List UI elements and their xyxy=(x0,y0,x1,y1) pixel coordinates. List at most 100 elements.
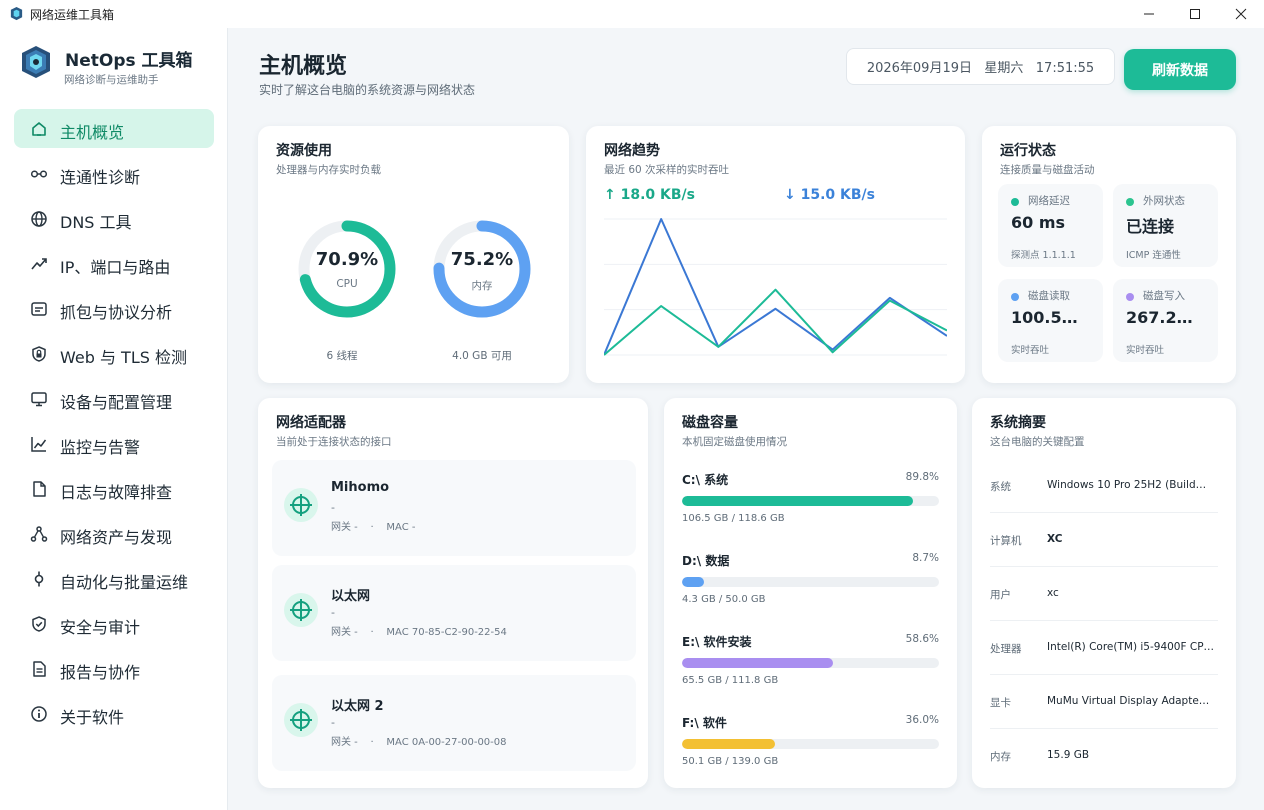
disk-item: C:\ 系统 89.8% 106.5 GB / 118.6 GB xyxy=(682,471,939,541)
summary-value: XC xyxy=(1047,533,1063,545)
tile-value: 267.2… xyxy=(1126,308,1193,327)
refresh-button[interactable]: 刷新数据 xyxy=(1124,49,1236,90)
nav-label: 网络资产与发现 xyxy=(60,528,173,547)
adapter-meta: 网关 - · MAC 70-85-C2-90-22-54 xyxy=(331,627,507,638)
system-summary-card: 系统摘要 这台电脑的关键配置 系统 Windows 10 Pro 25H2 (B… xyxy=(972,398,1236,788)
tile-label: 磁盘读取 xyxy=(1028,290,1070,302)
download-rate: ↓ 15.0 KB/s xyxy=(784,187,875,203)
nav-item-monitoring[interactable]: 监控与告警 xyxy=(14,424,214,463)
card-title: 网络适配器 xyxy=(276,415,346,431)
disk-name: D:\ 数据 xyxy=(682,554,730,568)
adapter-name: 以太网 xyxy=(331,589,371,604)
disk-usage-fill xyxy=(682,577,705,587)
page-subtitle: 实时了解这台电脑的系统资源与网络状态 xyxy=(259,83,476,97)
network-trend-chart xyxy=(604,218,947,356)
disk-usage-bar xyxy=(682,739,939,749)
card-title: 资源使用 xyxy=(276,143,332,159)
tile-foot: 实时吞吐 xyxy=(1126,345,1165,356)
disk-usage-bar xyxy=(682,577,939,587)
nav-label: 设备与配置管理 xyxy=(60,393,173,412)
memory-label: 内存 xyxy=(471,280,493,292)
summary-key: 内存 xyxy=(990,751,1011,763)
home-icon xyxy=(30,120,48,138)
nav-item-host-overview[interactable]: 主机概览 xyxy=(14,109,214,148)
adapter-item[interactable]: Mihomo - 网关 - · MAC - xyxy=(272,460,636,556)
nav-item-about[interactable]: 关于软件 xyxy=(14,694,214,733)
close-button[interactable] xyxy=(1218,0,1264,28)
adapter-meta: 网关 - · MAC 0A-00-27-00-00-08 xyxy=(331,737,507,748)
status-dot xyxy=(1011,293,1019,301)
tile-foot: 实时吞吐 xyxy=(1011,345,1050,356)
trend-series-line-0 xyxy=(604,218,947,356)
memory-available: 4.0 GB 可用 xyxy=(452,350,512,362)
summary-row-user: 用户 xc xyxy=(990,567,1218,621)
window-title: 网络运维工具箱 xyxy=(30,8,115,22)
summary-row-computer: 计算机 XC xyxy=(990,513,1218,567)
nav-item-device-config[interactable]: 设备与配置管理 xyxy=(14,379,214,418)
adapter-item[interactable]: 以太网 2 - 网关 - · MAC 0A-00-27-00-00-08 xyxy=(272,675,636,771)
upload-rate: ↑ 18.0 KB/s xyxy=(604,187,695,203)
card-subtitle: 当前处于连接状态的接口 xyxy=(276,436,392,448)
cpu-threads: 6 线程 xyxy=(326,350,358,362)
target-icon xyxy=(284,488,318,522)
disk-usage-fill xyxy=(682,658,833,668)
summary-row-os: 系统 Windows 10 Pro 25H2 (Build… xyxy=(990,459,1218,513)
disk-percent: 58.6% xyxy=(905,633,939,645)
summary-value: MuMu Virtual Display Adapte… xyxy=(1047,695,1210,707)
nav-item-connectivity[interactable]: 连通性诊断 xyxy=(14,154,214,193)
tile-value: 已连接 xyxy=(1126,217,1175,236)
cpu-label: CPU xyxy=(336,278,358,290)
disk-size: 4.3 GB / 50.0 GB xyxy=(682,594,766,605)
disk-item: F:\ 软件 36.0% 50.1 GB / 139.0 GB xyxy=(682,714,939,784)
summary-row-gpu: 显卡 MuMu Virtual Display Adapte… xyxy=(990,675,1218,729)
nav-item-automation[interactable]: 自动化与批量运维 xyxy=(14,559,214,598)
disk-item: E:\ 软件安装 58.6% 65.5 GB / 111.8 GB xyxy=(682,633,939,703)
disk-item: D:\ 数据 8.7% 4.3 GB / 50.0 GB xyxy=(682,552,939,622)
summary-value: Windows 10 Pro 25H2 (Build… xyxy=(1047,479,1207,491)
disk-usage-fill xyxy=(682,496,913,506)
disk-capacity-card: 磁盘容量 本机固定磁盘使用情况 C:\ 系统 89.8% 106.5 GB / … xyxy=(664,398,957,788)
maximize-icon xyxy=(1190,9,1200,19)
nav-label: 主机概览 xyxy=(60,123,125,142)
nav-item-assets[interactable]: 网络资产与发现 xyxy=(14,514,214,553)
card-subtitle: 本机固定磁盘使用情况 xyxy=(682,436,787,448)
nav-item-security-audit[interactable]: 安全与审计 xyxy=(14,604,214,643)
network-adapters-card: 网络适配器 当前处于连接状态的接口 Mihomo - 网关 - · MAC - … xyxy=(258,398,648,788)
status-dot xyxy=(1126,198,1134,206)
adapter-name: Mihomo xyxy=(331,480,390,495)
tile-label: 外网状态 xyxy=(1143,195,1185,207)
nav-menu: 主机概览 连通性诊断 DNS 工具 IP、端口与路由 抓包与协议分析 Web 与… xyxy=(14,109,214,739)
globe-icon xyxy=(30,210,48,228)
nav-item-capture[interactable]: 抓包与协议分析 xyxy=(14,289,214,328)
nav-label: 抓包与协议分析 xyxy=(60,303,173,322)
maximize-button[interactable] xyxy=(1172,0,1218,28)
status-dot xyxy=(1126,293,1134,301)
brand-subtitle: 网络诊断与运维助手 xyxy=(64,74,159,86)
summary-key: 显卡 xyxy=(990,697,1011,709)
disk-name: C:\ 系统 xyxy=(682,473,729,487)
nav-item-dns[interactable]: DNS 工具 xyxy=(14,199,214,238)
nav-item-reports[interactable]: 报告与协作 xyxy=(14,649,214,688)
disk-read-tile: 磁盘读取 100.5… 实时吞吐 xyxy=(998,279,1103,362)
card-title: 系统摘要 xyxy=(990,415,1046,431)
disk-size: 65.5 GB / 111.8 GB xyxy=(682,675,779,686)
shield-check-icon xyxy=(30,615,48,633)
tile-label: 网络延迟 xyxy=(1028,195,1070,207)
disk-percent: 8.7% xyxy=(912,552,939,564)
minimize-button[interactable] xyxy=(1126,0,1172,28)
disk-percent: 89.8% xyxy=(905,471,939,483)
chart-line-icon xyxy=(30,435,48,453)
nav-label: IP、端口与路由 xyxy=(60,258,171,277)
nav-label: 连通性诊断 xyxy=(60,168,141,187)
nav-item-ip-port-route[interactable]: IP、端口与路由 xyxy=(14,244,214,283)
nav-label: 关于软件 xyxy=(60,708,125,727)
nav-item-logs[interactable]: 日志与故障排查 xyxy=(14,469,214,508)
card-subtitle: 处理器与内存实时负载 xyxy=(276,164,381,176)
adapter-item[interactable]: 以太网 - 网关 - · MAC 70-85-C2-90-22-54 xyxy=(272,565,636,661)
adapter-meta: 网关 - · MAC - xyxy=(331,522,416,533)
brand-logo-icon xyxy=(22,46,50,78)
nav-item-web-tls[interactable]: Web 与 TLS 检测 xyxy=(14,334,214,373)
target-icon xyxy=(284,703,318,737)
disk-usage-bar xyxy=(682,658,939,668)
memory-percent: 75.2% xyxy=(450,249,514,270)
